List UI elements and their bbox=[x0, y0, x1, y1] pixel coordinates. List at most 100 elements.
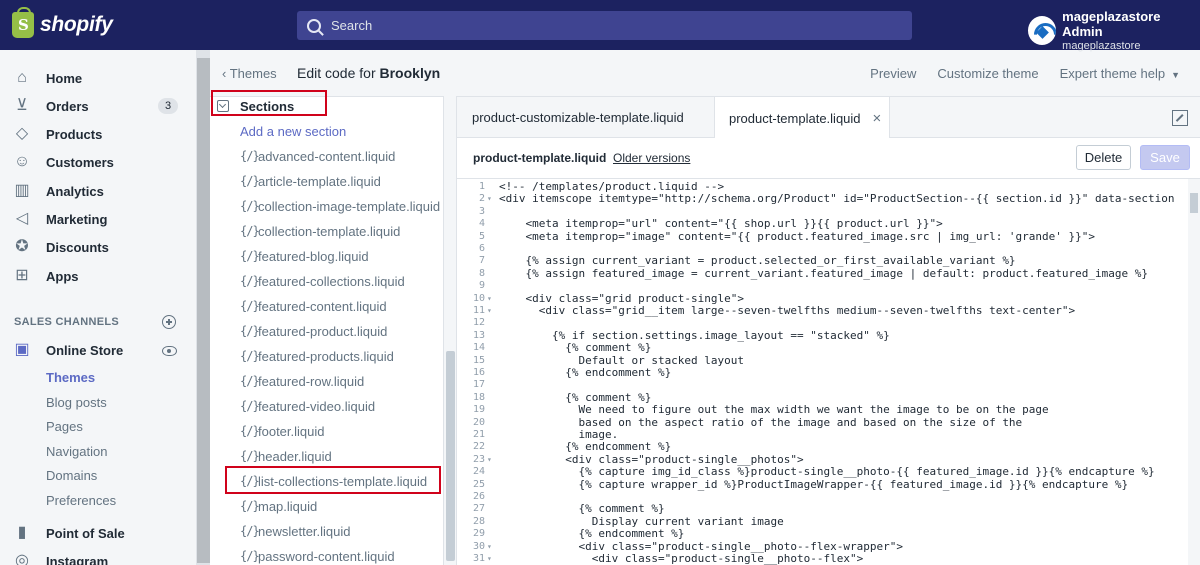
fold-toggle-icon[interactable]: ▾ bbox=[487, 293, 492, 305]
file-item[interactable]: {/} newsletter.liquid bbox=[210, 521, 443, 543]
nav-item-point-of-sale[interactable]: ▮ Point of Sale bbox=[0, 519, 197, 547]
help-label: Expert theme help bbox=[1059, 65, 1166, 81]
expand-icon[interactable] bbox=[1172, 110, 1188, 126]
code-line: 22 {% endcomment %} bbox=[457, 440, 1188, 453]
nav-item-home[interactable]: ⌂ Home bbox=[0, 64, 197, 92]
back-to-themes-link[interactable]: ‹ Themes bbox=[222, 66, 277, 81]
nav-label: Marketing bbox=[46, 211, 108, 227]
nav-item-analytics[interactable]: ▥ Analytics bbox=[0, 177, 197, 205]
fold-toggle-icon[interactable]: ▾ bbox=[487, 541, 492, 553]
line-number: 7 bbox=[478, 255, 485, 267]
nav-item-apps[interactable]: ⊞ Apps bbox=[0, 262, 197, 290]
megaphone-icon: ◁ bbox=[15, 210, 29, 227]
file-item[interactable]: {/} article-template.liquid bbox=[210, 171, 443, 193]
tab-product-template[interactable]: product-template.liquid × bbox=[714, 97, 890, 139]
sub-item-pages[interactable]: Pages bbox=[46, 419, 83, 434]
file-item[interactable]: {/} featured-products.liquid bbox=[210, 346, 443, 368]
nav-item-online-store[interactable]: ▣ Online Store bbox=[0, 336, 197, 364]
nav-item-instagram[interactable]: ◎ Instagram bbox=[0, 547, 197, 565]
editor-tabs: product-customizable-template.liquid pro… bbox=[457, 96, 1200, 139]
file-item[interactable]: {/} featured-content.liquid bbox=[210, 296, 443, 318]
code-text: <meta itemprop="image" content="{{ produ… bbox=[499, 229, 1096, 243]
file-item[interactable]: {/} collection-image-template.liquid bbox=[210, 196, 443, 218]
file-tree-scrollbar-thumb[interactable] bbox=[446, 351, 455, 561]
file-item[interactable]: {/} collection-template.liquid bbox=[210, 221, 443, 243]
search-input[interactable]: Search bbox=[297, 11, 912, 40]
file-item[interactable]: {/} map.liquid bbox=[210, 496, 443, 518]
file-item[interactable]: {/} footer.liquid bbox=[210, 421, 443, 443]
tab-label: product-template.liquid bbox=[729, 110, 861, 126]
code-scrollbar-thumb[interactable] bbox=[1190, 193, 1198, 213]
sub-item-preferences[interactable]: Preferences bbox=[46, 493, 116, 508]
file-item[interactable]: {/} advanced-content.liquid bbox=[210, 146, 443, 168]
file-tree-scrollbar[interactable] bbox=[444, 96, 457, 565]
line-number: 9 bbox=[478, 280, 485, 292]
file-name: featured-video.liquid bbox=[258, 399, 376, 414]
code-editor[interactable]: 1 <!-- /templates/product.liquid --> 2 ▾ <di… bbox=[457, 178, 1200, 565]
nav-label: Online Store bbox=[46, 342, 124, 358]
older-versions-link[interactable]: Older versions bbox=[613, 151, 690, 165]
file-item[interactable]: {/} password-content.liquid bbox=[210, 546, 443, 565]
nav-item-marketing[interactable]: ◁ Marketing bbox=[0, 205, 197, 233]
liquid-file-icon: {/} bbox=[240, 149, 260, 163]
delete-button[interactable]: Delete bbox=[1076, 145, 1131, 170]
file-name: collection-image-template.liquid bbox=[258, 199, 441, 214]
file-tree: Sections Add a new section {/} advanced-c… bbox=[210, 96, 444, 565]
shopify-bag-icon bbox=[12, 7, 34, 38]
save-button[interactable]: Save bbox=[1140, 145, 1190, 170]
code-line: 27 {% comment %} bbox=[457, 502, 1188, 515]
code-line: 8 {% assign featured_image = current_var… bbox=[457, 267, 1188, 280]
customize-theme-link[interactable]: Customize theme bbox=[937, 66, 1038, 81]
add-channel-icon[interactable] bbox=[162, 315, 176, 329]
nav-item-products[interactable]: ◇ Products bbox=[0, 120, 197, 148]
sub-item-domains[interactable]: Domains bbox=[46, 468, 97, 483]
line-number: 17 bbox=[472, 379, 485, 391]
sub-item-navigation[interactable]: Navigation bbox=[46, 444, 107, 459]
file-item[interactable]: {/} featured-blog.liquid bbox=[210, 246, 443, 268]
code-line: 11 ▾ <div class="grid__item large--seven-… bbox=[457, 304, 1188, 317]
instagram-icon: ◎ bbox=[15, 552, 29, 565]
fold-toggle-icon[interactable]: ▾ bbox=[487, 305, 492, 317]
account-name: mageplazastore Admin bbox=[1062, 9, 1161, 39]
code-scrollbar[interactable] bbox=[1188, 179, 1200, 565]
tab-product-customizable-template[interactable]: product-customizable-template.liquid bbox=[457, 97, 714, 138]
file-item[interactable]: {/} header.liquid bbox=[210, 446, 443, 468]
line-number: 22 bbox=[472, 441, 485, 453]
sub-item-themes[interactable]: Themes bbox=[46, 370, 95, 385]
file-item[interactable]: {/} featured-collections.liquid bbox=[210, 271, 443, 293]
top-bar: shopify Search mageplazastore Admin mage… bbox=[0, 0, 1200, 52]
close-icon[interactable]: × bbox=[873, 110, 882, 127]
liquid-file-icon: {/} bbox=[240, 549, 260, 563]
fold-toggle-icon[interactable]: ▾ bbox=[487, 454, 492, 466]
nav-scrollbar-thumb[interactable] bbox=[197, 58, 210, 563]
file-name: password-content.liquid bbox=[258, 549, 395, 564]
nav-item-orders[interactable]: ⊻ Orders 3 bbox=[0, 92, 197, 120]
line-number: 16 bbox=[472, 367, 485, 378]
line-number: 20 bbox=[472, 416, 485, 428]
liquid-file-icon: {/} bbox=[240, 374, 260, 388]
nav-item-discounts[interactable]: ✪ Discounts bbox=[0, 233, 197, 261]
code-text: {% capture img_id_class %}product-single… bbox=[499, 465, 1155, 479]
file-item[interactable]: {/} featured-row.liquid bbox=[210, 371, 443, 393]
code-line: 16 {% endcomment %} bbox=[457, 366, 1188, 379]
line-number: 18 bbox=[472, 391, 485, 403]
shopify-logo[interactable]: shopify bbox=[12, 7, 282, 38]
file-name: header.liquid bbox=[258, 449, 332, 464]
preview-link[interactable]: Preview bbox=[870, 66, 916, 81]
add-new-section-link[interactable]: Add a new section bbox=[240, 124, 346, 139]
back-label: Themes bbox=[229, 65, 277, 81]
liquid-file-icon: {/} bbox=[240, 499, 260, 513]
code-line: 7 {% assign current_variant = product.se… bbox=[457, 254, 1188, 267]
code-line: 31 ▾ <div class="product-single__photo--f… bbox=[457, 552, 1188, 565]
fold-toggle-icon[interactable]: ▾ bbox=[487, 193, 492, 205]
account-menu[interactable]: mageplazastore Admin mageplazastore bbox=[1028, 9, 1200, 52]
expert-help-dropdown[interactable]: Expert theme help ▼ bbox=[1060, 66, 1180, 81]
fold-toggle-icon[interactable]: ▾ bbox=[487, 553, 492, 565]
sub-item-blog-posts[interactable]: Blog posts bbox=[46, 395, 107, 410]
eye-icon[interactable] bbox=[162, 346, 177, 356]
nav-item-customers[interactable]: ☺ Customers bbox=[0, 148, 197, 176]
file-item[interactable]: {/} featured-product.liquid bbox=[210, 321, 443, 343]
line-number: 8 bbox=[478, 267, 485, 279]
line-number: 19 bbox=[472, 404, 485, 416]
file-item[interactable]: {/} featured-video.liquid bbox=[210, 396, 443, 418]
